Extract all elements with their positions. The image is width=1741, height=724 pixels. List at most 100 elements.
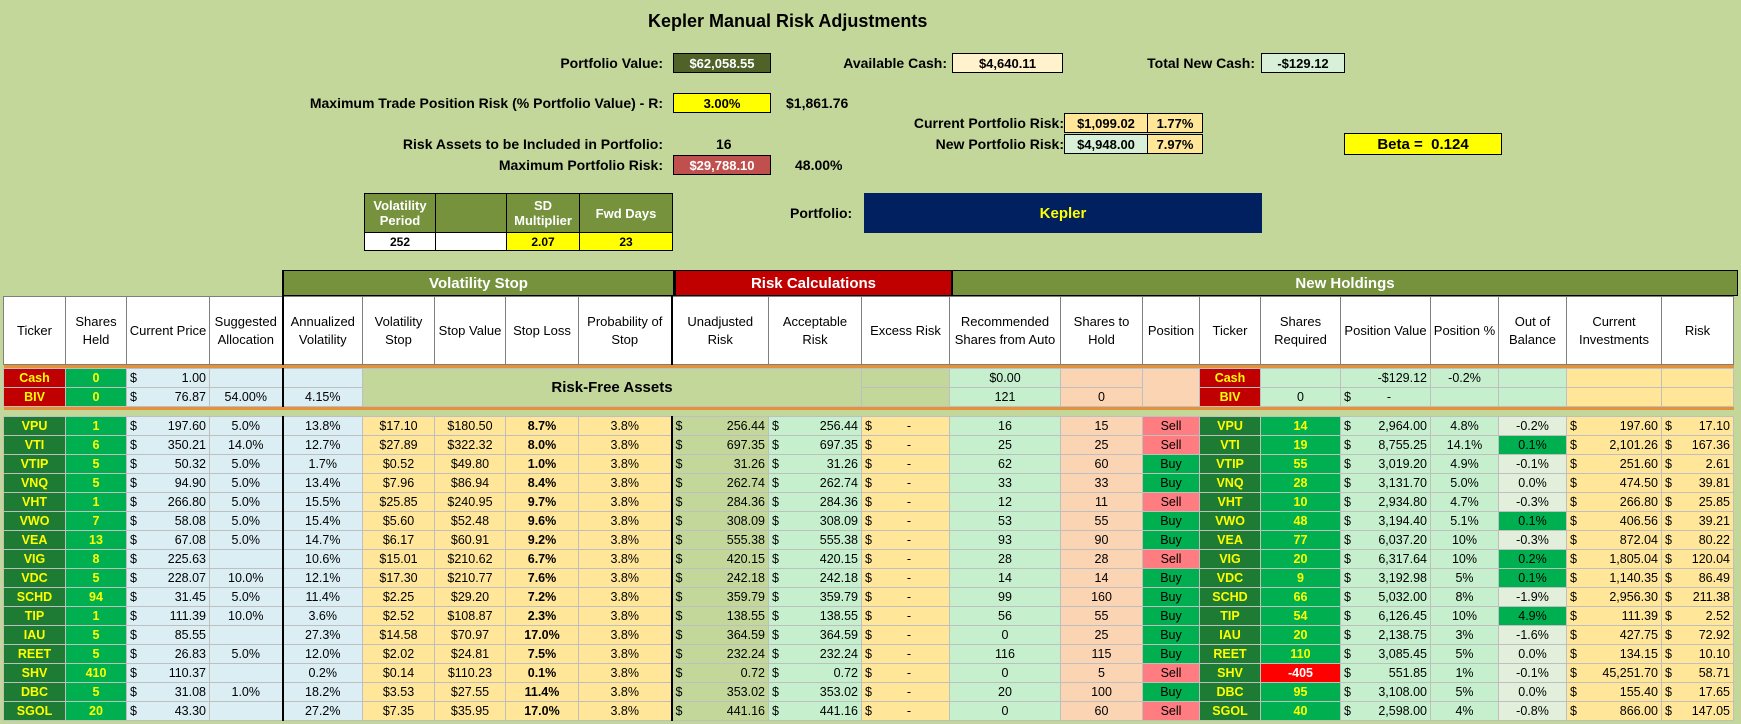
col-ticker-2: Ticker: [1199, 296, 1261, 365]
cell-hold[interactable]: 60: [1060, 701, 1143, 721]
cell-shares-held[interactable]: 8: [65, 549, 127, 569]
cell-shares-held[interactable]: 7: [65, 511, 127, 531]
new-risk-pct: 7.97%: [1147, 134, 1203, 154]
cell-allocation[interactable]: 10.0%: [209, 606, 283, 626]
total-new-cash-label: Total New Cash:: [1147, 55, 1255, 71]
cell-current-price: $58.08: [126, 511, 210, 531]
cell-stop-loss: 9.6%: [505, 511, 579, 531]
cell-out-of-balance: -0.2%: [1498, 416, 1567, 436]
cell-hold[interactable]: 160: [1060, 587, 1143, 607]
cell-acceptable-risk: $697.35: [768, 435, 862, 455]
cell-shares-held[interactable]: 5: [65, 454, 127, 474]
cell-shares-held[interactable]: 6: [65, 435, 127, 455]
cell-risk: $10.10: [1661, 644, 1734, 664]
cell-shares-held[interactable]: 5: [65, 625, 127, 645]
cell-shares-held[interactable]: 5: [65, 644, 127, 664]
col-position-pct: Position %: [1430, 296, 1499, 365]
cell-stop-loss: 8.4%: [505, 473, 579, 493]
cell-hold[interactable]: 5: [1060, 663, 1143, 683]
cell-hold[interactable]: 100: [1060, 682, 1143, 702]
cell-hold[interactable]: 0: [1060, 387, 1143, 407]
cell-volatility-stop: $0.14: [362, 663, 435, 683]
cell-recommended: 0: [949, 701, 1061, 721]
cell-shares-held[interactable]: 0: [65, 368, 127, 388]
max-trade-risk-pct-field[interactable]: 3.00%: [673, 93, 771, 113]
cell-current-price: $31.08: [126, 682, 210, 702]
cell-hold[interactable]: 90: [1060, 530, 1143, 550]
cell-allocation[interactable]: [209, 663, 283, 683]
cell-volatility: [281, 368, 363, 388]
cell-allocation[interactable]: 1.0%: [209, 682, 283, 702]
cell-unadjusted-risk: $420.15: [670, 549, 769, 569]
cell-allocation[interactable]: [209, 368, 283, 388]
available-cash-field[interactable]: $4,640.11: [952, 53, 1063, 73]
cell-recommended: 12: [949, 492, 1061, 512]
cell-allocation[interactable]: 5.0%: [209, 416, 283, 436]
cell-hold[interactable]: 60: [1060, 454, 1143, 474]
cell-shares-held[interactable]: 1: [65, 606, 127, 626]
cell-shares-held[interactable]: 5: [65, 473, 127, 493]
portfolio-value-field[interactable]: $62,058.55: [673, 53, 771, 73]
sd-multiplier-value[interactable]: 2.07: [506, 232, 580, 251]
max-portfolio-risk-field[interactable]: $29,788.10: [673, 155, 771, 175]
cell-hold[interactable]: 25: [1060, 435, 1143, 455]
cell-hold[interactable]: 25: [1060, 625, 1143, 645]
cell-hold[interactable]: [1060, 368, 1143, 388]
cell-hold[interactable]: 55: [1060, 511, 1143, 531]
cell-hold[interactable]: 15: [1060, 416, 1143, 436]
cell-volatility: 3.6%: [281, 606, 363, 626]
cell-ticker: VPU: [3, 416, 66, 436]
cell-allocation[interactable]: 5.0%: [209, 511, 283, 531]
cell-volatility-stop: $17.10: [362, 416, 435, 436]
cell-shares-held[interactable]: 20: [65, 701, 127, 721]
current-risk-value: $1,099.02: [1064, 113, 1148, 133]
cell-acceptable-risk: $242.18: [768, 568, 862, 588]
cell-hold[interactable]: 14: [1060, 568, 1143, 588]
cell-shares-held[interactable]: 0: [65, 387, 127, 407]
cell-stop-loss: 2.3%: [505, 606, 579, 626]
cell-hold[interactable]: 11: [1060, 492, 1143, 512]
fwd-days-value[interactable]: 23: [579, 232, 673, 251]
cell-hold[interactable]: 33: [1060, 473, 1143, 493]
vol-period-value[interactable]: 252: [364, 232, 436, 251]
cell-stop-value: $86.94: [434, 473, 506, 493]
current-risk-label: Current Portfolio Risk:: [913, 115, 1064, 131]
cell-allocation[interactable]: 5.0%: [209, 454, 283, 474]
cell-allocation[interactable]: [209, 625, 283, 645]
cell-shares-held[interactable]: 13: [65, 530, 127, 550]
cell-allocation[interactable]: 10.0%: [209, 568, 283, 588]
cell-risk: $2.52: [1661, 606, 1734, 626]
cell-required: 9: [1260, 568, 1341, 588]
cell-allocation[interactable]: 5.0%: [209, 492, 283, 512]
cell-shares-held[interactable]: 94: [65, 587, 127, 607]
col-position-value: Position Value: [1340, 296, 1431, 365]
cell-hold[interactable]: 115: [1060, 644, 1143, 664]
cell-unadjusted-risk: $232.24: [670, 644, 769, 664]
cell-shares-held[interactable]: 5: [65, 682, 127, 702]
cell-shares-held[interactable]: 410: [65, 663, 127, 683]
cell-volatility: 12.7%: [281, 435, 363, 455]
cell-allocation[interactable]: 5.0%: [209, 644, 283, 664]
cell-shares-held[interactable]: 1: [65, 416, 127, 436]
portfolio-name-field[interactable]: Kepler: [864, 193, 1262, 233]
cell-current-investment: $45,251.70: [1566, 663, 1662, 683]
cell-position-value: $6,037.20: [1340, 530, 1431, 550]
cell-allocation[interactable]: 5.0%: [209, 473, 283, 493]
cell-shares-held[interactable]: 5: [65, 568, 127, 588]
cell-current-investment: $2,956.30: [1566, 587, 1662, 607]
cell-hold[interactable]: 55: [1060, 606, 1143, 626]
cell-position-pct: 8%: [1430, 587, 1499, 607]
cell-risk: $167.36: [1661, 435, 1734, 455]
cell-probability-of-stop: 3.8%: [578, 549, 672, 569]
cell-volatility-stop: $17.30: [362, 568, 435, 588]
cell-shares-held[interactable]: 1: [65, 492, 127, 512]
cell-allocation[interactable]: [209, 701, 283, 721]
cell-allocation[interactable]: 5.0%: [209, 587, 283, 607]
cell-hold[interactable]: 28: [1060, 549, 1143, 569]
cell-allocation[interactable]: 5.0%: [209, 530, 283, 550]
cell-allocation[interactable]: 54.00%: [209, 387, 283, 407]
table-row: VPU 1 $197.60 5.0% 13.8% $17.10 $180.50 8.7% 3.8…: [3, 416, 1734, 436]
cell-allocation[interactable]: 14.0%: [209, 435, 283, 455]
total-new-cash-field[interactable]: -$129.12: [1261, 53, 1345, 73]
cell-allocation[interactable]: [209, 549, 283, 569]
